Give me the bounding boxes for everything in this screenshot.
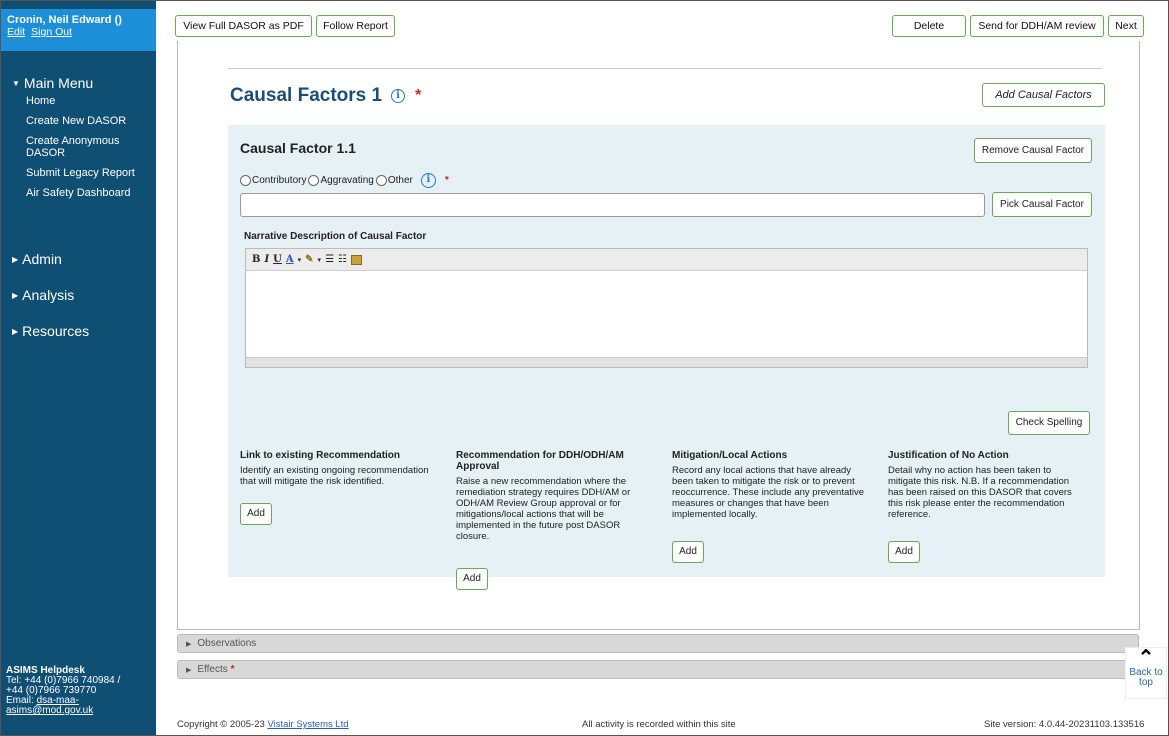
add-new-recommendation-button[interactable]: Add <box>456 568 488 590</box>
underline-icon[interactable]: U <box>273 254 282 265</box>
back-to-top-button[interactable]: ⌃ Back to top <box>1125 647 1167 699</box>
main-menu-label: Main Menu <box>23 75 94 91</box>
column-title: Link to existing Recommendation <box>240 450 401 461</box>
info-icon[interactable]: i <box>391 89 406 103</box>
info-icon[interactable]: i <box>420 173 436 188</box>
chevron-up-icon: ⌃ <box>1137 647 1155 669</box>
required-marker: * <box>444 175 449 186</box>
helpdesk-info: ASIMS Helpdesk Tel: +44 (0)7966 740984 /… <box>6 666 154 716</box>
remove-causal-factor-button[interactable]: Remove Causal Factor <box>974 138 1092 163</box>
causal-factor-card: Causal Factor 1.1 Remove Causal Factor C… <box>228 125 1105 590</box>
paste-icon[interactable] <box>351 254 362 265</box>
observations-label: Observations <box>197 638 257 649</box>
main-nav: ▼ Main Menu Home Create New DASOR Create … <box>12 75 152 207</box>
nav-resources[interactable]: ▶ Resources <box>12 323 89 339</box>
section-title: Causal Factors 1 i * <box>230 85 421 107</box>
editor-statusbar <box>246 357 1087 367</box>
mitigation-column: Mitigation/Local Actions Record any loca… <box>672 450 872 520</box>
triangle-down-icon: ▼ <box>12 78 20 88</box>
highlight-icon[interactable]: ✎ <box>305 254 313 265</box>
nav-item-dashboard[interactable]: Air Safety Dashboard <box>26 187 152 199</box>
follow-report-button[interactable]: Follow Report <box>316 15 395 37</box>
link-recommendation-column: Link to existing Recommendation Identify… <box>240 450 440 487</box>
numbered-list-icon[interactable]: ☷ <box>338 254 347 265</box>
top-toolbar: View Full DASOR as PDF Follow Report Del… <box>157 1 1168 52</box>
radio-contributory[interactable] <box>240 175 251 186</box>
effects-accordion[interactable]: ▶ Effects * <box>177 660 1139 679</box>
triangle-right-icon: ▶ <box>186 641 192 648</box>
nav-analysis-label: Analysis <box>22 287 75 303</box>
required-marker: * <box>415 87 422 104</box>
radio-aggravating-label: Aggravating <box>320 175 374 186</box>
new-recommendation-column: Recommendation for DDH/ODH/AM Approval R… <box>456 450 646 542</box>
add-causal-factors-button[interactable]: Add Causal Factors <box>982 83 1105 107</box>
factor-type-radios: Contributory Aggravating Other i * <box>240 173 449 188</box>
user-name: Cronin, Neil Edward () <box>7 14 122 26</box>
causal-factor-input[interactable] <box>240 193 985 217</box>
check-spelling-button[interactable]: Check Spelling <box>1008 411 1090 435</box>
next-button[interactable]: Next <box>1108 15 1144 37</box>
copyright-label: Copyright © 2005-23 <box>177 719 265 730</box>
copyright-text: Copyright © 2005-23 Vistair Systems Ltd <box>177 719 349 730</box>
view-pdf-button[interactable]: View Full DASOR as PDF <box>175 15 312 37</box>
causal-factor-title: Causal Factor 1.1 <box>240 140 356 156</box>
add-justification-button[interactable]: Add <box>888 541 920 563</box>
required-marker: * <box>230 664 235 675</box>
narrative-label: Narrative Description of Causal Factor <box>244 231 427 242</box>
user-box: Cronin, Neil Edward () Edit Sign Out <box>1 9 156 51</box>
column-text: Identify an existing ongoing recommendat… <box>240 465 429 487</box>
bold-icon[interactable]: B <box>252 254 260 265</box>
column-title: Mitigation/Local Actions <box>672 450 788 461</box>
causal-factors-panel: Causal Factors 1 i * Add Causal Factors … <box>177 41 1140 630</box>
nav-admin-label: Admin <box>22 251 62 267</box>
triangle-right-icon: ▶ <box>12 290 19 300</box>
nav-item-create-anonymous[interactable]: Create Anonymous DASOR <box>26 135 152 159</box>
nav-item-create-dasor[interactable]: Create New DASOR <box>26 115 152 127</box>
column-text: Raise a new recommendation where the rem… <box>456 476 631 542</box>
pick-causal-factor-button[interactable]: Pick Causal Factor <box>992 192 1092 217</box>
nav-admin[interactable]: ▶ Admin <box>12 251 62 267</box>
bullet-list-icon[interactable]: ☰ <box>325 254 334 265</box>
divider <box>228 68 1102 69</box>
section-title-text: Causal Factors 1 <box>230 85 383 106</box>
column-text: Detail why no action has been taken to m… <box>888 465 1072 520</box>
add-mitigation-button[interactable]: Add <box>672 541 704 563</box>
nav-analysis[interactable]: ▶ Analysis <box>12 287 74 303</box>
nav-item-home[interactable]: Home <box>26 95 152 107</box>
italic-icon[interactable]: I <box>264 254 269 265</box>
text-color-icon[interactable]: A <box>286 254 294 265</box>
site-version: Site version: 4.0.44-20231103.133516 <box>984 719 1145 730</box>
column-title: Justification of No Action <box>888 450 1009 461</box>
radio-contributory-label: Contributory <box>252 175 307 186</box>
delete-report-button[interactable]: Delete Report <box>892 15 966 52</box>
observations-accordion[interactable]: ▶ Observations <box>177 634 1139 653</box>
company-link[interactable]: Vistair Systems Ltd <box>267 719 348 730</box>
narrative-editor[interactable]: B I U A ▾ ✎ ▾ ☰ ☷ <box>245 248 1088 368</box>
nav-item-submit-legacy[interactable]: Submit Legacy Report <box>26 167 152 179</box>
footer: Copyright © 2005-23 Vistair Systems Ltd … <box>157 714 1168 734</box>
effects-label: Effects <box>197 664 228 675</box>
triangle-right-icon: ▶ <box>186 667 192 674</box>
radio-other-label: Other <box>387 175 413 186</box>
add-link-recommendation-button[interactable]: Add <box>240 503 272 525</box>
back-to-top-label: Back to top <box>1129 667 1163 688</box>
dropdown-arrow-icon[interactable]: ▾ <box>298 255 302 264</box>
sidebar: Cronin, Neil Edward () Edit Sign Out ▼ Ma… <box>1 1 156 735</box>
dropdown-arrow-icon[interactable]: ▾ <box>318 255 322 264</box>
editor-toolbar: B I U A ▾ ✎ ▾ ☰ ☷ <box>246 249 1087 271</box>
nav-resources-label: Resources <box>22 323 90 339</box>
edit-link[interactable]: Edit <box>7 26 25 38</box>
main-menu-toggle[interactable]: ▼ Main Menu <box>12 75 152 91</box>
radio-other[interactable] <box>375 175 387 186</box>
column-title: Recommendation for DDH/ODH/AM Approval <box>456 450 624 472</box>
triangle-right-icon: ▶ <box>12 326 19 336</box>
sign-out-link[interactable]: Sign Out <box>31 26 72 38</box>
send-review-button[interactable]: Send for DDH/AM review <box>970 15 1104 37</box>
no-action-column: Justification of No Action Detail why no… <box>888 450 1083 520</box>
column-text: Record any local actions that have alrea… <box>672 465 865 520</box>
radio-aggravating[interactable] <box>308 175 320 186</box>
triangle-right-icon: ▶ <box>12 254 19 264</box>
activity-notice: All activity is recorded within this sit… <box>582 719 736 730</box>
